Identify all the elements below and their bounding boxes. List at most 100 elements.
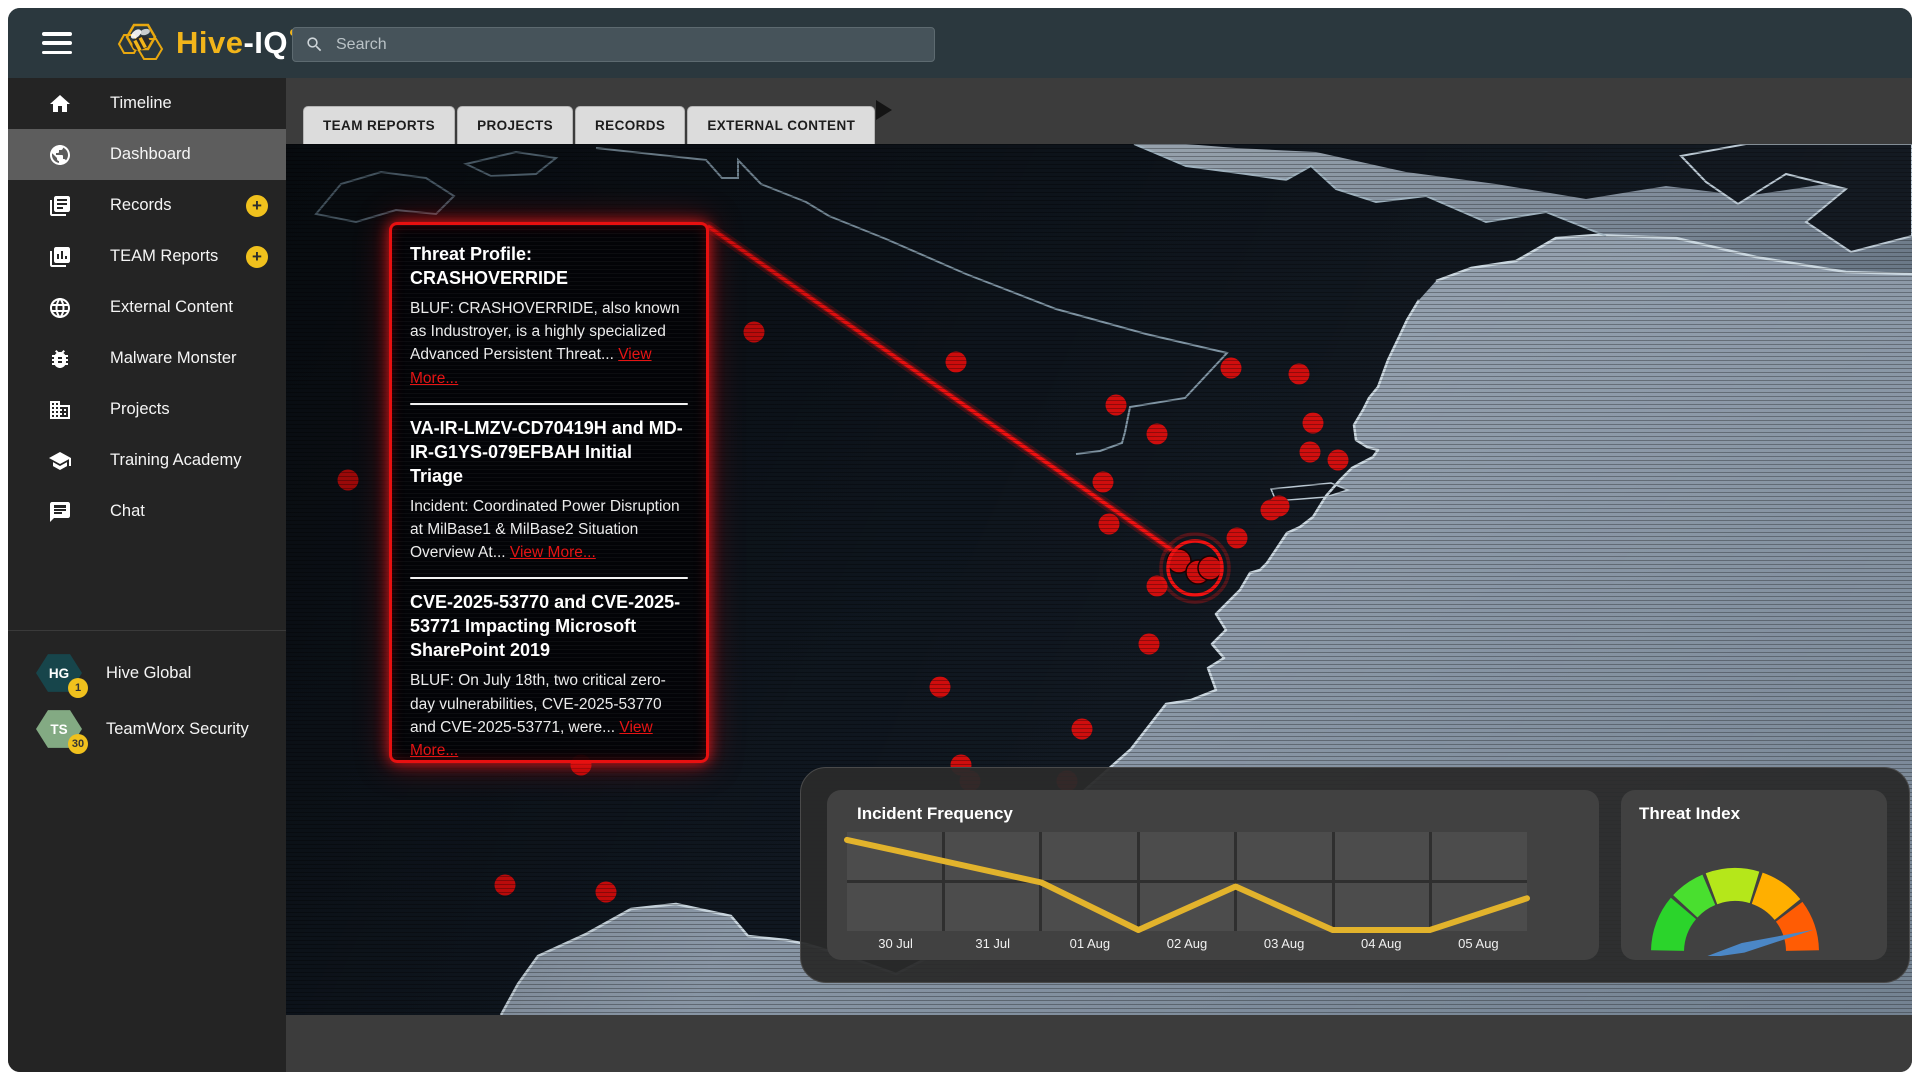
sidebar-item-label: Timeline [110,94,172,113]
x-tick: 03 Aug [1236,936,1333,951]
team-count-badge: 1 [68,678,88,698]
threat-dot[interactable] [1303,413,1324,434]
team-label: Hive Global [106,664,191,683]
sidebar-item-label: Projects [110,400,170,419]
add-team-report-button[interactable]: + [246,246,268,268]
main-content: TEAM REPORTS PROJECTS RECORDS EXTERNAL C… [286,78,1912,1072]
hamburger-menu-icon[interactable] [42,32,72,54]
x-tick: 01 Aug [1041,936,1138,951]
sidebar-item-team-reports[interactable]: TEAM Reports + [8,231,286,282]
sidebar-item-label: Training Academy [110,451,241,470]
x-tick: 02 Aug [1138,936,1235,951]
sidebar-item-malware-monster[interactable]: Malware Monster [8,333,286,384]
sidebar-item-label: TEAM Reports [110,247,218,266]
x-tick: 31 Jul [944,936,1041,951]
threat-title: Threat Profile: CRASHOVERRIDE [410,243,688,291]
threat-dot[interactable] [1227,528,1248,549]
tab-projects[interactable]: PROJECTS [457,106,573,144]
bug-icon [48,347,72,371]
incident-line-chart [847,828,1527,935]
threat-title: CVE-2025-53770 and CVE-2025-53771 Impact… [410,591,688,663]
brand-hive: Hive [176,25,243,61]
tab-team-reports[interactable]: TEAM REPORTS [303,106,455,144]
incident-frequency-title: Incident Frequency [857,804,1013,824]
app-logo: Hive-IQ [114,21,297,65]
threat-dot[interactable] [1328,450,1349,471]
view-more-link[interactable]: View More... [510,544,596,561]
threat-index-panel: Threat Index [1621,790,1887,960]
incident-frequency-panel: Incident Frequency 30 Jul 31 Jul 01 Aug … [827,790,1599,960]
threat-body: BLUF: CRASHOVERRIDE, also known as Indus… [410,297,688,390]
chat-icon [48,500,72,524]
sidebar-item-label: Malware Monster [110,349,237,368]
threat-item: VA-IR-LMZV-CD70419H and MD-IR-G1YS-079EF… [410,405,688,578]
x-tick: 04 Aug [1333,936,1430,951]
threat-dot[interactable] [946,352,967,373]
sidebar-teams-section: HG 1 Hive Global TS 30 TeamWorx Security [8,630,286,757]
threat-dot[interactable] [744,322,765,343]
sidebar-item-label: External Content [110,298,233,317]
bee-hive-icon [114,21,168,65]
sidebar: Timeline Dashboard Records + TEAM Report… [8,78,286,1072]
gauge-segment [1706,868,1760,904]
threat-dot[interactable] [1139,634,1160,655]
team-label: TeamWorx Security [106,720,249,739]
records-icon [48,194,72,218]
sidebar-item-external-content[interactable]: External Content [8,282,286,333]
threat-dot-cluster[interactable] [1198,556,1222,580]
sidebar-item-training-academy[interactable]: Training Academy [8,435,286,486]
tab-external-content[interactable]: EXTERNAL CONTENT [687,106,875,144]
x-tick: 30 Jul [847,936,944,951]
globe-icon [48,143,72,167]
team-hive-global[interactable]: HG 1 Hive Global [8,645,286,701]
tab-bar: TEAM REPORTS PROJECTS RECORDS EXTERNAL C… [286,78,1912,144]
threat-item: Threat Profile: CRASHOVERRIDE BLUF: CRAS… [410,231,688,403]
threat-dot[interactable] [1261,500,1282,521]
threat-dot[interactable] [338,470,359,491]
incident-frequency-line [847,840,1527,930]
threat-body: BLUF: On July 18th, two critical zero-da… [410,669,688,762]
threat-dot[interactable] [1106,395,1127,416]
building-icon [48,398,72,422]
top-bar: Hive-IQ [8,8,1912,78]
sidebar-item-label: Dashboard [110,145,191,164]
threat-dot[interactable] [1099,514,1120,535]
sidebar-item-chat[interactable]: Chat [8,486,286,537]
add-record-button[interactable]: + [246,195,268,217]
incident-x-axis-labels: 30 Jul 31 Jul 01 Aug 02 Aug 03 Aug 04 Au… [847,936,1527,951]
threat-dot[interactable] [1072,719,1093,740]
sidebar-item-dashboard[interactable]: Dashboard [8,129,286,180]
sidebar-item-label: Records [110,196,171,215]
charts-overlay-container: Incident Frequency 30 Jul 31 Jul 01 Aug … [800,767,1910,983]
team-teamworx-security[interactable]: TS 30 TeamWorx Security [8,701,286,757]
sidebar-item-projects[interactable]: Projects [8,384,286,435]
threat-body: Incident: Coordinated Power Disruption a… [410,495,688,565]
threat-dot[interactable] [1147,424,1168,445]
home-icon [48,92,72,116]
threat-dot[interactable] [1221,358,1242,379]
globe-wire-icon [48,296,72,320]
sidebar-item-timeline[interactable]: Timeline [8,78,286,129]
threat-dot[interactable] [596,882,617,903]
threat-alert-panel: Threat Profile: CRASHOVERRIDE BLUF: CRAS… [389,222,709,763]
threat-item: CVE-2025-53770 and CVE-2025-53771 Impact… [410,579,688,763]
sidebar-item-label: Chat [110,502,145,521]
search-bar [292,27,935,62]
play-icon[interactable] [876,100,892,120]
threat-dot[interactable] [1289,364,1310,385]
search-icon [305,35,324,54]
graduation-cap-icon [48,449,72,473]
brand-name: Hive-IQ [176,25,297,61]
threat-index-title: Threat Index [1639,804,1740,824]
threat-dot[interactable] [1093,472,1114,493]
tab-records[interactable]: RECORDS [575,106,685,144]
sidebar-item-records[interactable]: Records + [8,180,286,231]
threat-dot[interactable] [1300,442,1321,463]
threat-index-gauge [1629,830,1869,956]
threat-title: VA-IR-LMZV-CD70419H and MD-IR-G1YS-079EF… [410,417,688,489]
threat-dot[interactable] [495,875,516,896]
app-window: Hive-IQ Timeline Dashboard Records + [8,8,1912,1072]
threat-dot[interactable] [930,677,951,698]
search-input[interactable] [334,35,934,55]
report-chart-icon [48,245,72,269]
